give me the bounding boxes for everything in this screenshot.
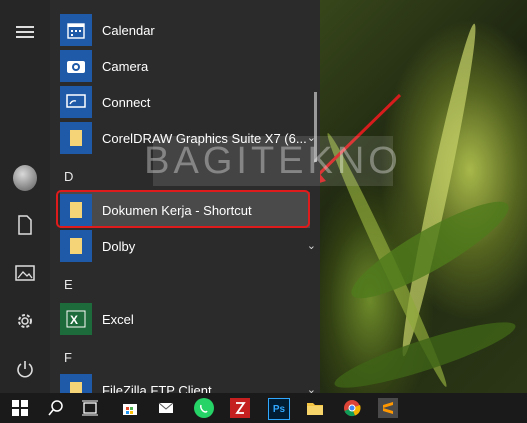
list-item-calendar[interactable]: Calendar — [60, 12, 310, 48]
calendar-icon — [60, 14, 92, 46]
taskbar: Ps — [0, 393, 527, 423]
section-letter-e[interactable]: E — [64, 277, 73, 292]
mail-icon[interactable] — [156, 398, 176, 418]
filezilla-icon[interactable] — [230, 398, 250, 418]
app-label: Connect — [102, 94, 151, 110]
app-label: Dolby — [102, 238, 136, 254]
user-avatar[interactable] — [13, 165, 37, 191]
folder-icon — [60, 230, 92, 262]
chevron-down-icon[interactable]: ⌄ — [307, 383, 316, 393]
task-view-icon[interactable] — [80, 398, 100, 418]
app-label: FileZilla FTP Client — [102, 382, 212, 394]
start-menu-rail — [0, 0, 50, 393]
file-explorer-icon[interactable] — [305, 398, 325, 418]
list-item-camera[interactable]: Camera — [60, 48, 310, 84]
section-letter-d[interactable]: D — [64, 169, 73, 184]
camera-icon — [60, 50, 92, 82]
highlight-annotation-box — [56, 190, 310, 228]
hamburger-menu-icon[interactable] — [13, 20, 37, 44]
watermark: BAGITEKNO — [144, 136, 398, 186]
pictures-icon[interactable] — [13, 261, 37, 285]
photoshop-icon[interactable]: Ps — [268, 398, 290, 420]
folder-icon — [60, 374, 92, 393]
folder-icon — [60, 122, 92, 154]
list-item-excel[interactable]: X Excel — [60, 301, 310, 337]
documents-icon[interactable] — [13, 213, 37, 237]
app-label: Excel — [102, 311, 134, 327]
svg-text:X: X — [70, 313, 78, 327]
section-letter-f[interactable]: F — [64, 350, 72, 365]
leaf-shape — [330, 311, 520, 399]
search-icon[interactable] — [46, 398, 66, 418]
chevron-down-icon[interactable]: ⌄ — [307, 239, 316, 252]
app-label: Camera — [102, 58, 149, 74]
settings-gear-icon[interactable] — [13, 309, 37, 333]
app-label: Calendar — [102, 22, 155, 38]
chrome-icon[interactable] — [342, 398, 362, 418]
connect-icon — [60, 86, 92, 118]
start-icon[interactable] — [10, 398, 30, 418]
power-icon[interactable] — [13, 357, 37, 381]
list-item-filezilla[interactable]: FileZilla FTP Client ⌄ — [60, 372, 316, 394]
excel-icon: X — [60, 303, 92, 335]
sublime-icon[interactable] — [378, 398, 398, 418]
list-item-dolby[interactable]: Dolby ⌄ — [60, 228, 316, 264]
whatsapp-icon[interactable] — [194, 398, 214, 418]
list-item-connect[interactable]: Connect — [60, 84, 310, 120]
store-icon[interactable] — [120, 398, 140, 418]
